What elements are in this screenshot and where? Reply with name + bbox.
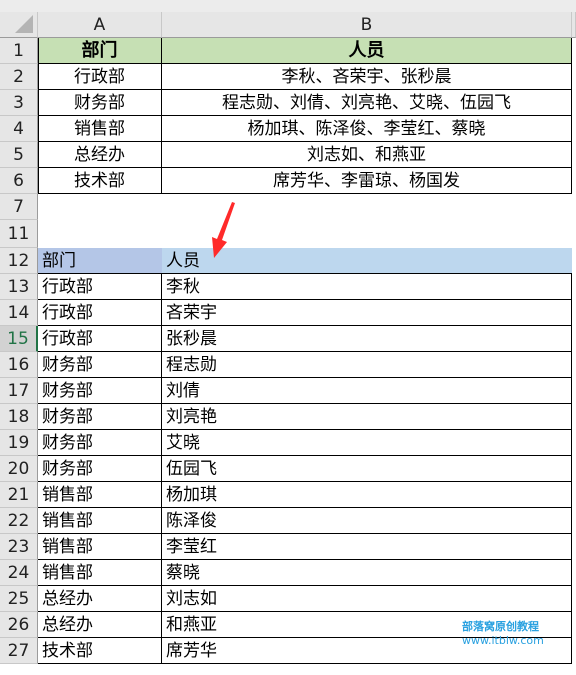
cell-dept[interactable]: 销售部 — [38, 508, 162, 534]
cell-a12-header-dept[interactable]: 部门 — [38, 248, 162, 274]
cell-dept[interactable]: 财务部 — [38, 404, 162, 430]
row-header-16[interactable]: 16 — [0, 352, 38, 378]
cell-dept[interactable]: 技术部 — [38, 168, 162, 194]
cell-dept[interactable]: 行政部 — [38, 274, 162, 300]
cell-dept[interactable]: 销售部 — [38, 560, 162, 586]
cell-dept[interactable]: 总经办 — [38, 142, 162, 168]
cell-dept[interactable]: 行政部 — [38, 64, 162, 90]
cell-people[interactable]: 吝荣宇 — [162, 300, 572, 326]
cell-people[interactable]: 杨加琪、陈泽俊、李莹红、蔡晓 — [162, 116, 572, 142]
row-header-18[interactable]: 18 — [0, 404, 38, 430]
watermark-title: 部落窝原创教程 — [462, 620, 539, 633]
row-header-4[interactable]: 4 — [0, 116, 38, 142]
cell-people[interactable]: 程志勋、刘倩、刘亮艳、艾晓、伍园飞 — [162, 90, 572, 116]
cell-people[interactable]: 伍园飞 — [162, 456, 572, 482]
row-header-23[interactable]: 23 — [0, 534, 38, 560]
cell-dept[interactable]: 技术部 — [38, 638, 162, 664]
arrow-shape — [212, 202, 235, 258]
select-all-button[interactable] — [0, 12, 38, 38]
row-header-22[interactable]: 22 — [0, 508, 38, 534]
row-header-3[interactable]: 3 — [0, 90, 38, 116]
cell-people[interactable]: 艾晓 — [162, 430, 572, 456]
cell-dept[interactable]: 总经办 — [38, 586, 162, 612]
row-header-11[interactable]: 11 — [0, 220, 38, 248]
row-header-19[interactable]: 19 — [0, 430, 38, 456]
row-header-17[interactable]: 17 — [0, 378, 38, 404]
spreadsheet: A B 1 部门 人员 2 行政部 李秋、吝荣宇、张秒晨 3 财务部 程志勋、刘倩、刘亮艳、艾晓… — [0, 0, 576, 675]
row-header-21[interactable]: 21 — [0, 482, 38, 508]
column-header-c[interactable] — [572, 12, 576, 38]
cell-dept[interactable]: 销售部 — [38, 482, 162, 508]
cell-people[interactable]: 杨加琪 — [162, 482, 572, 508]
row-header-24[interactable]: 24 — [0, 560, 38, 586]
cell-people[interactable]: 刘志如、和燕亚 — [162, 142, 572, 168]
table-border — [38, 38, 39, 194]
column-header-a[interactable]: A — [38, 12, 162, 38]
cell-a1-header-dept[interactable]: 部门 — [38, 38, 162, 64]
cell-people[interactable]: 李秋 — [162, 274, 572, 300]
cell-dept[interactable]: 行政部 — [38, 300, 162, 326]
row-header-12[interactable]: 12 — [0, 248, 38, 274]
cell-people[interactable]: 席芳华、李雷琼、杨国发 — [162, 168, 572, 194]
row-header-14[interactable]: 14 — [0, 300, 38, 326]
cell-people[interactable]: 刘志如 — [162, 586, 572, 612]
cell-people[interactable]: 程志勋 — [162, 352, 572, 378]
cell-people[interactable]: 陈泽俊 — [162, 508, 572, 534]
row-header-25[interactable]: 25 — [0, 586, 38, 612]
watermark: 部落窝原创教程 www.itblw.com — [462, 620, 544, 648]
red-arrow-annotation — [212, 202, 235, 258]
table-border — [38, 273, 572, 274]
row-header-13[interactable]: 13 — [0, 274, 38, 300]
select-all-triangle-icon — [15, 15, 33, 33]
row-header-2[interactable]: 2 — [0, 64, 38, 90]
cell-dept[interactable]: 财务部 — [38, 352, 162, 378]
cell-people[interactable]: 刘亮艳 — [162, 404, 572, 430]
row-header-7[interactable]: 7 — [0, 194, 38, 220]
cell-dept[interactable]: 总经办 — [38, 612, 162, 638]
toolbar-strip — [0, 0, 576, 12]
cell-people[interactable]: 李莹红 — [162, 534, 572, 560]
cell-people[interactable]: 蔡晓 — [162, 560, 572, 586]
cell-people[interactable]: 李秋、吝荣宇、张秒晨 — [162, 64, 572, 90]
row-header-6[interactable]: 6 — [0, 168, 38, 194]
cell-dept[interactable]: 财务部 — [38, 90, 162, 116]
row-header-26[interactable]: 26 — [0, 612, 38, 638]
cell-dept[interactable]: 销售部 — [38, 534, 162, 560]
cell-dept[interactable]: 财务部 — [38, 430, 162, 456]
row-header-15[interactable]: 15 — [0, 326, 38, 352]
cell-dept[interactable]: 销售部 — [38, 116, 162, 142]
cell-b1-header-people[interactable]: 人员 — [162, 38, 572, 64]
cell-dept[interactable]: 财务部 — [38, 456, 162, 482]
watermark-url: www.itblw.com — [462, 634, 544, 647]
row-header-27[interactable]: 27 — [0, 638, 38, 664]
cell-dept[interactable]: 行政部 — [38, 326, 162, 352]
column-header-b[interactable]: B — [162, 12, 572, 38]
cell-people[interactable]: 刘倩 — [162, 378, 572, 404]
cell-people[interactable]: 张秒晨 — [162, 326, 572, 352]
row-header-20[interactable]: 20 — [0, 456, 38, 482]
row-header-5[interactable]: 5 — [0, 142, 38, 168]
cell-dept[interactable]: 财务部 — [38, 378, 162, 404]
row-header-1[interactable]: 1 — [0, 38, 38, 64]
